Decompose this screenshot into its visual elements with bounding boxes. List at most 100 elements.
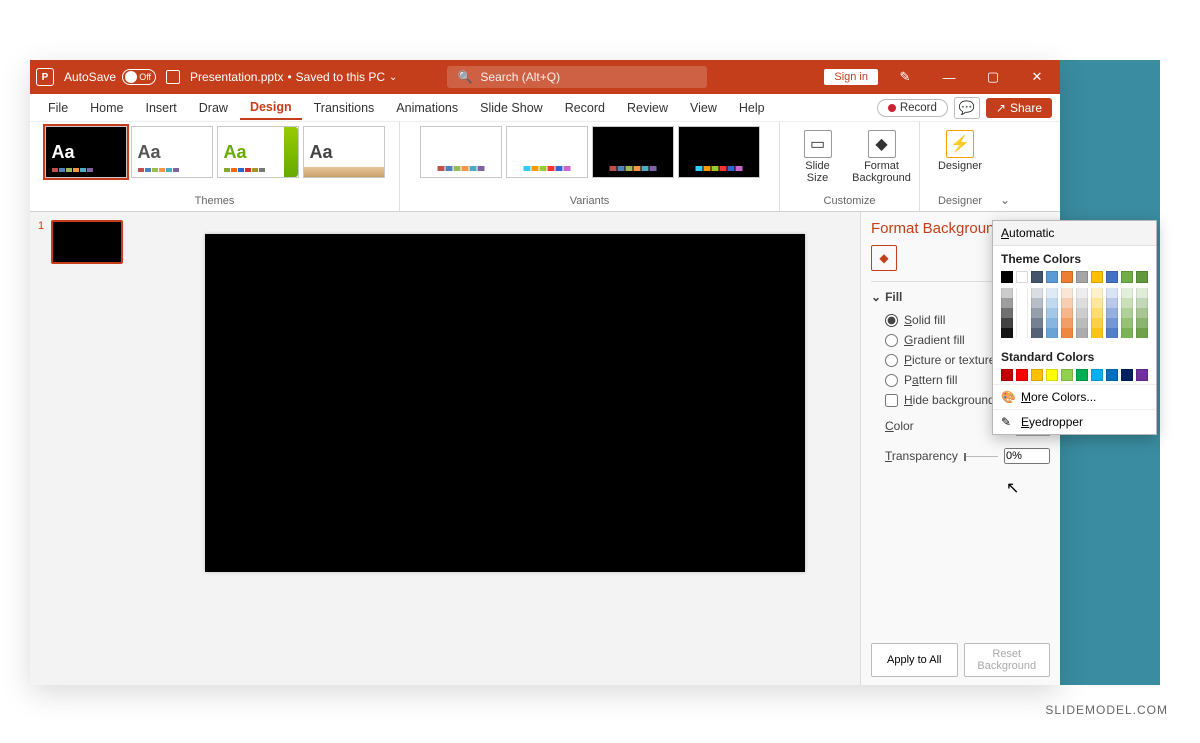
color-swatch[interactable] <box>1091 288 1103 298</box>
color-swatch[interactable] <box>1076 298 1088 308</box>
color-swatch[interactable] <box>1001 328 1013 338</box>
color-swatch[interactable] <box>1121 369 1133 381</box>
theme-thumb-4[interactable]: Aa <box>303 126 385 178</box>
pen-icon[interactable]: ✎ <box>888 69 922 85</box>
maximize-button[interactable]: ▢ <box>976 69 1010 85</box>
variant-thumb-3[interactable] <box>592 126 674 178</box>
color-swatch[interactable] <box>1031 328 1043 338</box>
color-swatch[interactable] <box>1136 308 1148 318</box>
tab-design[interactable]: Design <box>240 96 302 120</box>
color-swatch[interactable] <box>1136 318 1148 328</box>
color-swatch[interactable] <box>1121 298 1133 308</box>
color-swatch[interactable] <box>1136 328 1148 338</box>
color-swatch[interactable] <box>1001 369 1013 381</box>
variant-thumb-4[interactable] <box>678 126 760 178</box>
comments-button[interactable]: 💬 <box>954 97 980 119</box>
color-swatch[interactable] <box>1106 369 1118 381</box>
color-swatch[interactable] <box>1061 271 1073 283</box>
color-swatch[interactable] <box>1136 271 1148 283</box>
color-swatch[interactable] <box>1121 318 1133 328</box>
share-button[interactable]: ↗Share <box>986 98 1052 118</box>
color-swatch[interactable] <box>1076 308 1088 318</box>
eyedropper-option[interactable]: ✎Eyedropper <box>993 409 1156 434</box>
color-swatch[interactable] <box>1016 328 1028 338</box>
color-automatic[interactable]: Automatic <box>993 221 1156 246</box>
color-swatch[interactable] <box>1061 308 1073 318</box>
color-swatch[interactable] <box>1001 318 1013 328</box>
color-swatch[interactable] <box>1091 328 1103 338</box>
theme-thumb-3[interactable]: Aa <box>217 126 299 178</box>
color-swatch[interactable] <box>1106 308 1118 318</box>
tab-review[interactable]: Review <box>617 97 678 119</box>
tab-animations[interactable]: Animations <box>386 97 468 119</box>
paint-bucket-icon[interactable]: ◆ <box>871 245 897 271</box>
slide-size-button[interactable]: ▭ Slide Size <box>788 126 848 184</box>
slide-thumbnail-1[interactable] <box>51 220 123 264</box>
tab-record[interactable]: Record <box>555 97 615 119</box>
theme-thumb-1[interactable]: Aa <box>45 126 127 178</box>
color-swatch[interactable] <box>1121 308 1133 318</box>
apply-to-all-button[interactable]: Apply to All <box>871 643 958 677</box>
color-swatch[interactable] <box>1016 308 1028 318</box>
color-swatch[interactable] <box>1031 369 1043 381</box>
color-swatch[interactable] <box>1136 288 1148 298</box>
slide-canvas[interactable] <box>205 234 805 572</box>
record-button[interactable]: Record <box>877 99 948 117</box>
color-swatch[interactable] <box>1031 318 1043 328</box>
color-swatch[interactable] <box>1001 308 1013 318</box>
autosave-toggle[interactable]: AutoSave Off <box>64 69 156 85</box>
variant-thumb-2[interactable] <box>506 126 588 178</box>
color-swatch[interactable] <box>1106 288 1118 298</box>
search-input[interactable]: 🔍 Search (Alt+Q) <box>447 66 707 88</box>
color-swatch[interactable] <box>1046 308 1058 318</box>
color-swatch[interactable] <box>1121 271 1133 283</box>
theme-thumb-2[interactable]: Aa <box>131 126 213 178</box>
color-swatch[interactable] <box>1046 328 1058 338</box>
color-swatch[interactable] <box>1076 271 1088 283</box>
document-title[interactable]: Presentation.pptx • Saved to this PC ⌄ <box>190 70 397 84</box>
color-swatch[interactable] <box>1016 271 1028 283</box>
color-swatch[interactable] <box>1061 328 1073 338</box>
color-swatch[interactable] <box>1106 328 1118 338</box>
tab-file[interactable]: File <box>38 97 78 119</box>
color-swatch[interactable] <box>1001 298 1013 308</box>
color-swatch[interactable] <box>1031 308 1043 318</box>
color-swatch[interactable] <box>1046 369 1058 381</box>
color-swatch[interactable] <box>1016 288 1028 298</box>
color-swatch[interactable] <box>1076 328 1088 338</box>
reset-background-button[interactable]: Reset Background <box>964 643 1051 677</box>
color-swatch[interactable] <box>1061 318 1073 328</box>
color-swatch[interactable] <box>1121 288 1133 298</box>
color-swatch[interactable] <box>1016 298 1028 308</box>
tab-slideshow[interactable]: Slide Show <box>470 97 553 119</box>
tab-help[interactable]: Help <box>729 97 775 119</box>
tab-transitions[interactable]: Transitions <box>304 97 385 119</box>
designer-button[interactable]: ⚡ Designer <box>930 126 990 172</box>
tab-view[interactable]: View <box>680 97 727 119</box>
color-swatch[interactable] <box>1061 369 1073 381</box>
color-swatch[interactable] <box>1106 271 1118 283</box>
sign-in-button[interactable]: Sign in <box>824 69 878 85</box>
color-swatch[interactable] <box>1001 288 1013 298</box>
close-button[interactable]: ✕ <box>1020 69 1054 85</box>
color-swatch[interactable] <box>1136 369 1148 381</box>
save-icon[interactable] <box>166 70 180 84</box>
color-swatch[interactable] <box>1076 288 1088 298</box>
color-swatch[interactable] <box>1016 318 1028 328</box>
color-swatch[interactable] <box>1136 298 1148 308</box>
color-swatch[interactable] <box>1091 271 1103 283</box>
color-swatch[interactable] <box>1046 288 1058 298</box>
color-swatch[interactable] <box>1106 318 1118 328</box>
color-swatch[interactable] <box>1121 328 1133 338</box>
variant-thumb-1[interactable] <box>420 126 502 178</box>
color-swatch[interactable] <box>1061 288 1073 298</box>
tab-insert[interactable]: Insert <box>136 97 187 119</box>
color-swatch[interactable] <box>1091 308 1103 318</box>
format-background-button[interactable]: ◆ Format Background <box>852 126 912 184</box>
tab-home[interactable]: Home <box>80 97 133 119</box>
tab-draw[interactable]: Draw <box>189 97 238 119</box>
color-swatch[interactable] <box>1091 298 1103 308</box>
color-swatch[interactable] <box>1001 271 1013 283</box>
color-swatch[interactable] <box>1046 298 1058 308</box>
color-swatch[interactable] <box>1031 271 1043 283</box>
